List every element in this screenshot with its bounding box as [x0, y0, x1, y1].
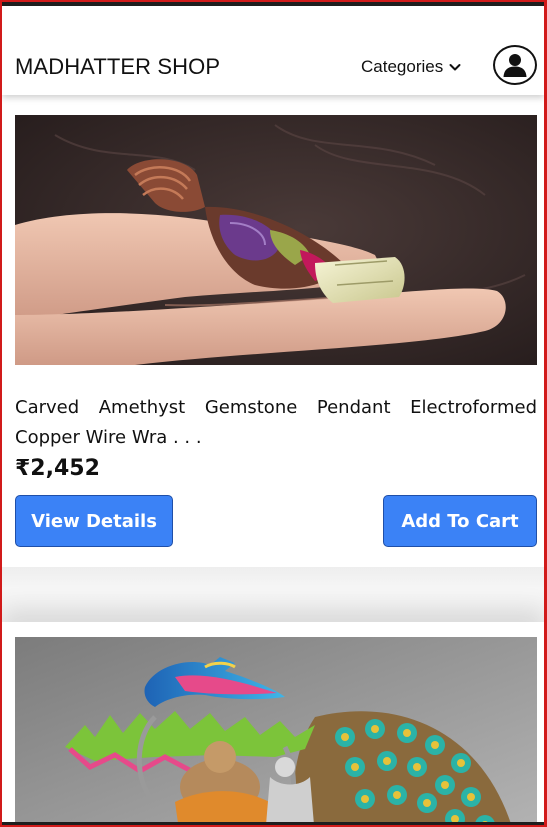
product-feed: Carved Amethyst Gemstone Pendant Electro…: [2, 95, 544, 825]
navbar: MADHATTER SHOP Categories: [2, 6, 544, 95]
product-title[interactable]: Carved Amethyst Gemstone Pendant Electro…: [15, 393, 537, 453]
brand-logo[interactable]: MADHATTER SHOP: [15, 54, 220, 80]
categories-label: Categories: [361, 57, 444, 76]
add-to-cart-button[interactable]: Add To Cart: [383, 495, 537, 547]
categories-dropdown[interactable]: Categories: [361, 57, 461, 77]
product-card: [2, 622, 544, 825]
chevron-down-icon: [449, 63, 461, 72]
product-price: ₹2,452: [15, 456, 100, 481]
user-avatar-icon[interactable]: [493, 45, 537, 85]
product-image[interactable]: [15, 115, 537, 365]
product-card: Carved Amethyst Gemstone Pendant Electro…: [2, 95, 544, 567]
product-image[interactable]: [15, 637, 537, 825]
card-separator: [2, 567, 544, 622]
window-bottom-edge: [2, 822, 544, 825]
view-details-button[interactable]: View Details: [15, 495, 173, 547]
window-top-edge: [2, 2, 544, 6]
